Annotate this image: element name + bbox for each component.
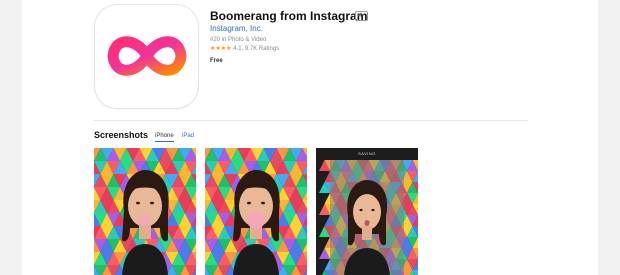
app-store-page: Boomerang from Instagram 4+ Instagram, I… xyxy=(0,0,620,275)
price-label: Free xyxy=(210,58,223,64)
tab-ipad[interactable]: iPad xyxy=(182,133,194,139)
screenshot-3[interactable]: SAVING xyxy=(316,148,418,275)
boomerang-infinity-icon xyxy=(107,36,187,76)
screenshot-1-image xyxy=(94,148,196,275)
rating-text: 4.1, 9.7K Ratings xyxy=(233,46,280,52)
saving-label: SAVING xyxy=(358,151,376,156)
screenshot-2-image xyxy=(205,148,307,275)
screenshot-3-preview xyxy=(316,160,418,275)
category-rank[interactable]: #20 in Photo & Video xyxy=(210,37,266,43)
rating-row: ★★★★ 4.1, 9.7K Ratings xyxy=(210,45,279,52)
star-rating-icon: ★★★★ xyxy=(210,46,232,52)
screenshots-heading: Screenshots xyxy=(94,130,149,140)
saving-bar: SAVING xyxy=(316,148,418,160)
screenshot-2[interactable] xyxy=(205,148,307,275)
app-title: Boomerang from Instagram xyxy=(210,9,368,23)
section-divider xyxy=(94,120,528,121)
left-margin xyxy=(0,0,22,275)
age-rating-badge: 4+ xyxy=(355,11,368,21)
screenshot-3-image xyxy=(316,160,418,275)
screenshot-1[interactable] xyxy=(94,148,196,275)
tab-iphone[interactable]: iPhone xyxy=(155,133,174,142)
developer-link[interactable]: Instagram, Inc. xyxy=(210,24,263,33)
app-icon xyxy=(95,5,198,108)
right-margin xyxy=(598,0,620,275)
